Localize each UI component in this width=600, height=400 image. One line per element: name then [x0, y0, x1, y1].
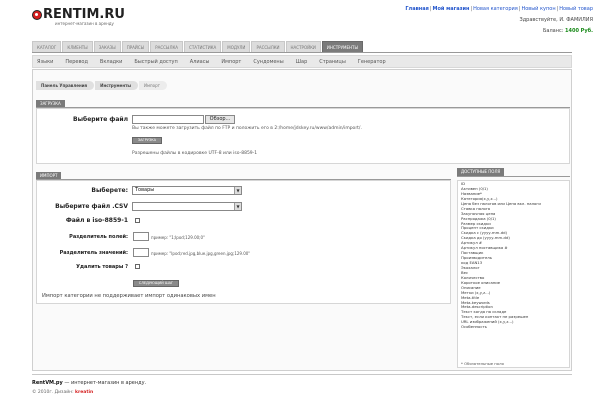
csv-file-label: Выберите файл .CSV: [55, 203, 128, 210]
import-panel: [36, 180, 451, 304]
fields-panel-divider: [457, 176, 570, 177]
file-path-input[interactable]: [132, 115, 204, 124]
fields-panel-header: Доступные поля: [457, 168, 505, 176]
field-separator-label: Разделитель полей:: [69, 234, 128, 240]
tab-modules[interactable]: Модули: [222, 41, 251, 52]
logo-subtitle: интернет-магазин в аренду: [55, 21, 114, 26]
subnav-languages[interactable]: Языки: [37, 59, 53, 65]
logo-text: RENTIM.RU: [43, 7, 125, 22]
value-separator-example: пример: "Ipod;red.jpg,blue.jpg,green.jpg…: [151, 251, 251, 256]
subnav-tabs[interactable]: Вкладки: [100, 59, 122, 65]
chevron-down-icon: ▼: [234, 187, 241, 194]
tab-mailings[interactable]: Рассылки: [251, 41, 285, 52]
breadcrumb-dashboard[interactable]: Панель Управления: [36, 81, 95, 90]
value-separator-label: Разделитель значений:: [59, 250, 128, 256]
subnav-import[interactable]: Импорт: [221, 59, 241, 65]
tab-mailing[interactable]: Рассылка: [150, 41, 184, 52]
available-fields-list: ID Активен (0/1) Название* Категория(x,y,z.…: [461, 182, 568, 330]
upload-submit-button[interactable]: Загрузка: [132, 137, 162, 144]
balance-label: Баланс:: [542, 28, 564, 34]
subnav-shar[interactable]: Шар: [296, 59, 308, 65]
logo[interactable]: RENTIM.RU: [32, 7, 125, 22]
footer-tagline-text: — интернет-магазин в аренду.: [62, 380, 147, 386]
tab-settings[interactable]: Настройки: [285, 41, 321, 52]
footer-copyright-text: © 2010г. Дизайн:: [32, 390, 74, 395]
toplink-home[interactable]: Главная: [405, 6, 428, 12]
ftp-note: Вы также можете загрузить файл по FTP и …: [132, 126, 362, 131]
breadcrumb-import: Импорт: [139, 81, 167, 90]
main-nav: Каталог Клиенты Заказы Прайсы Рассылка С…: [32, 41, 572, 53]
field-item: Особенность: [461, 325, 487, 330]
subnav-subdomains[interactable]: Сундомены: [253, 59, 283, 65]
tab-tools[interactable]: Инструменты: [321, 41, 363, 52]
breadcrumb: Панель Управления Инструменты Импорт: [36, 81, 168, 90]
next-step-button[interactable]: Следующий шаг: [133, 280, 179, 287]
toplink-new-category[interactable]: Новая категория: [473, 6, 518, 12]
import-type-select[interactable]: Товары ▼: [132, 186, 242, 195]
footer-divider: [32, 374, 572, 375]
value-separator-input[interactable]: [133, 248, 149, 257]
toplink-new-product[interactable]: Новый товар: [559, 6, 593, 12]
browse-button[interactable]: Обзор...: [205, 115, 235, 124]
logo-icon: [32, 10, 42, 20]
top-links: Главная|Мой магазин|Новая категория|Новы…: [405, 6, 593, 12]
sub-nav: Языки Перевод Вкладки Быстрый доступ Али…: [32, 55, 572, 68]
iso-encoding-checkbox[interactable]: [135, 218, 140, 223]
greeting: Здравствуйте, И. ФАМИЛИЯ: [519, 17, 593, 23]
field-separator-input[interactable]: [133, 232, 149, 241]
iso-encoding-label: Файл в iso-8859-1: [65, 217, 128, 224]
delete-products-checkbox[interactable]: [135, 264, 140, 269]
category-import-note: Импорт категории не поддерживает импорт …: [42, 293, 216, 299]
delete-products-label: Удалить товары ?: [76, 264, 128, 270]
import-type-value: Товары: [135, 187, 155, 193]
toplink-new-coupon[interactable]: Новый купон: [521, 6, 555, 12]
subnav-aliases[interactable]: Алиасы: [190, 59, 210, 65]
tab-orders[interactable]: Заказы: [93, 41, 121, 52]
footer-brand: RentVM.ру: [32, 380, 63, 386]
field-separator-example: пример: "1;Ipod;129.00;0": [151, 235, 205, 240]
tab-catalog[interactable]: Каталог: [32, 41, 62, 52]
footer-tagline: RentVM.ру — интернет-магазин в аренду.: [32, 380, 146, 386]
breadcrumb-tools[interactable]: Инструменты: [95, 81, 139, 90]
balance: Баланс: 1400 Руб.: [543, 28, 593, 34]
subnav-pages[interactable]: Страницы: [319, 59, 346, 65]
required-fields-note: * Обязательные поля: [461, 361, 504, 366]
subnav-quick-access[interactable]: Быстрый доступ: [134, 59, 177, 65]
chevron-down-icon: ▼: [234, 203, 241, 210]
tab-statistics[interactable]: Статистика: [184, 41, 222, 52]
csv-file-select[interactable]: ▼: [132, 202, 242, 211]
balance-value: 1400 Руб.: [565, 28, 593, 34]
tab-clients[interactable]: Клиенты: [62, 41, 93, 52]
tab-prices[interactable]: Прайсы: [121, 41, 150, 52]
footer-copyright: © 2010г. Дизайн: kreatin: [32, 390, 93, 395]
choose-file-label: Выберите файл: [73, 116, 128, 123]
toplink-my-shop[interactable]: Мой магазин: [432, 6, 469, 12]
encoding-note: Разрешены файлы в кодировке UTF-8 или is…: [132, 151, 258, 156]
footer-designer-link[interactable]: kreatin: [75, 390, 93, 395]
import-type-label: Выберете:: [91, 187, 128, 194]
subnav-translation[interactable]: Перевод: [65, 59, 88, 65]
subnav-generator[interactable]: Генератор: [358, 59, 386, 65]
